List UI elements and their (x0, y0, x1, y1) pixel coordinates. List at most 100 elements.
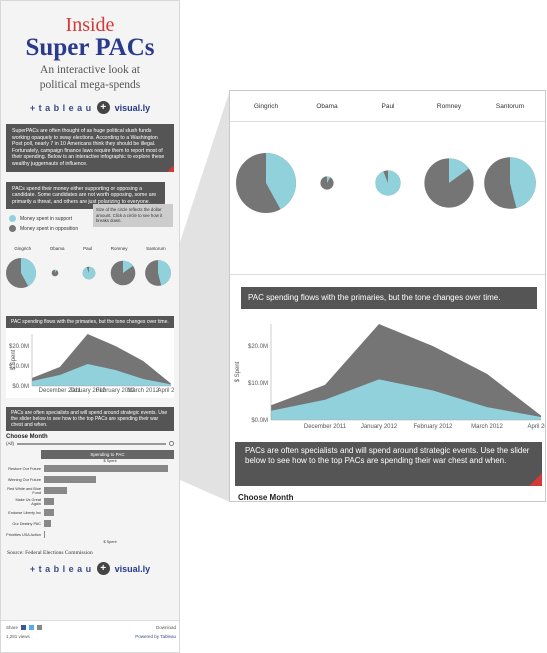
title-super-pacs: Super PACs (25, 34, 155, 61)
email-icon[interactable] (37, 625, 43, 630)
plus-icon: + (96, 101, 110, 114)
mini-flow-title: PAC spending flows with the primaries, b… (6, 316, 174, 329)
tableau-logo: + t a b l e a u (29, 102, 92, 113)
footer-logos: + t a b l e a u + visual.ly (1, 562, 179, 576)
bar-track (44, 487, 174, 495)
bar-label: Endorse Liberty Inc (8, 510, 41, 515)
y-tick-label: $10.0M (248, 381, 268, 387)
mini-info-box: PACs are often specialists and will spen… (6, 407, 174, 432)
powered-by[interactable]: Powered by Tableau (135, 634, 176, 639)
bar-fill[interactable] (44, 520, 51, 528)
header: Inside Super PACs An interactive look at… (1, 1, 179, 91)
bar-track (44, 498, 174, 506)
slider-track[interactable] (17, 442, 166, 445)
tableau-logo-footer: + t a b l e a u (29, 563, 92, 574)
bar-fill[interactable] (44, 531, 45, 539)
pie-obama[interactable] (51, 270, 59, 277)
divider-middle (230, 274, 545, 275)
x-tick-label: April 2012 (157, 388, 174, 394)
y-tick-label: $0.0M (12, 384, 29, 390)
facebook-icon[interactable] (21, 625, 27, 630)
circle-note: Size of the circle reflects the dollar a… (93, 204, 173, 227)
candidate-santorum[interactable]: Santorum (496, 103, 524, 110)
pie-gingrich[interactable] (6, 258, 37, 289)
mini-flow-title-text: PAC spending flows with the primaries, b… (11, 319, 169, 326)
slider-handle[interactable] (169, 441, 174, 447)
bar-row[interactable]: Red White and Blue Fund (6, 485, 174, 496)
bar-track (44, 520, 174, 528)
bar-fill[interactable] (44, 465, 168, 473)
twitter-icon[interactable] (29, 625, 35, 630)
bar-row[interactable]: Our Destiny PAC (6, 518, 174, 529)
mini-choose-month: Choose Month (6, 434, 48, 441)
visually-logo: visual.ly (114, 102, 151, 113)
stats-row: 1,281 views Powered by Tableau (6, 634, 176, 639)
share-row: Share Download (6, 625, 176, 630)
bar-label: Our Destiny PAC (12, 521, 41, 526)
intro-box: SuperPACs are often thought of as huge p… (6, 124, 174, 172)
candidate-romney[interactable]: Romney (437, 103, 461, 110)
pie-support-slice (375, 170, 401, 196)
bars-header: Spending to PAC (41, 450, 174, 460)
candidate-obama[interactable]: Obama (316, 103, 337, 110)
x-tick-label: January 2012 (361, 424, 398, 430)
zoom-connector (180, 90, 230, 502)
month-slider[interactable]: (All) (6, 441, 174, 447)
candidate-gingrich[interactable]: Gingrich (254, 103, 278, 110)
bar-track (44, 465, 174, 473)
x-tick-label: March 2012 (127, 388, 159, 394)
candidate-paul[interactable]: Paul (381, 103, 394, 110)
bar-fill[interactable] (44, 509, 54, 517)
pie-paul[interactable] (82, 267, 96, 280)
choose-month-label: Choose Month (238, 493, 294, 502)
pie-santorum[interactable] (484, 157, 536, 209)
intro-text: SuperPACs are often thought of as huge p… (12, 128, 165, 167)
views-count: 1,281 views (6, 634, 30, 639)
x-tick-label: February 2012 (413, 424, 453, 430)
support-swatch (9, 215, 16, 223)
mini-pie-row[interactable] (1, 251, 179, 311)
bar-label: Priorities USA Action (6, 532, 41, 537)
plus-icon-footer: + (96, 562, 110, 576)
pac-text: PACs spend their money either supporting… (12, 185, 157, 205)
candidate-row: Gingrich Obama Paul Romney Santorum (230, 103, 545, 115)
bar-fill[interactable] (44, 476, 96, 484)
bar-row[interactable]: Priorities USA Action (6, 529, 174, 540)
info-box: PACs are often specialists and will spen… (235, 442, 542, 486)
title-inside: Inside (65, 14, 115, 36)
bar-label: Restore Our Future (8, 466, 41, 471)
mini-area-chart[interactable]: $0.0M$10.0M$20.0MDecember 2011January 20… (6, 328, 179, 399)
x-tick-label: April 2012 (527, 424, 546, 430)
bar-row[interactable]: Winning Our Future (6, 474, 174, 485)
pie-santorum[interactable] (145, 260, 171, 287)
pie-obama[interactable] (320, 176, 334, 190)
bar-row[interactable]: Endorse Liberty Inc (6, 507, 174, 518)
pie-romney[interactable] (110, 261, 136, 286)
download-link[interactable]: Download (156, 625, 176, 630)
subtitle-line1: An interactive look at (40, 64, 140, 76)
bar-label: Winning Our Future (7, 477, 41, 482)
y-tick-label: $20.0M (9, 344, 29, 350)
bar-fill[interactable] (44, 487, 67, 495)
subtitle-line2: political mega-spends (39, 79, 141, 91)
info-text: PACs are often specialists and will spen… (245, 446, 530, 465)
mini-info-text: PACs are often specialists and will spen… (11, 410, 168, 429)
pie-paul[interactable] (375, 170, 401, 196)
bar-label: Make Us Great Again (15, 497, 41, 506)
bar-track (44, 476, 174, 484)
divider-top (230, 121, 545, 122)
circle-note-text: Size of the circle reflects the dollar a… (96, 207, 163, 223)
bars-axis-label-bottom: $ Spent (103, 540, 117, 545)
pie-gingrich[interactable] (236, 153, 296, 213)
opposition-swatch (9, 225, 16, 233)
zoom-wedge (180, 90, 230, 502)
bar-row[interactable]: Restore Our Future (6, 463, 174, 474)
x-tick-label: March 2012 (471, 424, 503, 430)
zoom-panel: Gingrich Obama Paul Romney Santorum PAC … (229, 90, 546, 502)
spending-area-chart[interactable]: $0.0M $10.0M $20.0M December 2011 January 20… (230, 316, 546, 434)
candidate-pie-row[interactable] (230, 141, 546, 261)
bar-fill[interactable] (44, 498, 54, 506)
pie-romney[interactable] (424, 158, 474, 208)
y-tick-label: $20.0M (248, 344, 268, 350)
bar-row[interactable]: Make Us Great Again (6, 496, 174, 507)
